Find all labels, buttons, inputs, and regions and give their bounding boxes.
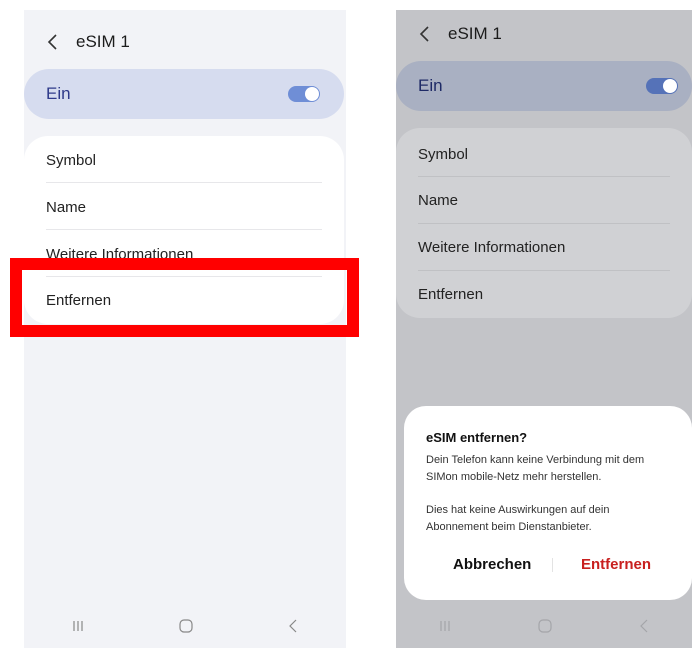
divider <box>46 182 322 183</box>
toggle-knob <box>305 87 319 101</box>
esim-enable-row[interactable]: Ein <box>24 69 344 119</box>
navigation-bar <box>396 604 692 648</box>
back-icon[interactable] <box>638 618 650 634</box>
navigation-bar <box>24 604 346 648</box>
dialog-body-line: SIMon mobile-Netz mehr herstellen. <box>426 471 602 483</box>
confirm-remove-button[interactable]: Entfernen <box>581 556 651 573</box>
dialog-body-line: Dies hat keine Auswirkungen auf dein <box>426 504 610 516</box>
divider <box>418 176 670 177</box>
page-title: eSIM 1 <box>448 24 502 43</box>
menu-item-weitere-informationen[interactable]: Weitere Informationen <box>418 239 565 256</box>
back-icon[interactable] <box>287 618 299 634</box>
back-arrow-icon[interactable] <box>418 24 432 44</box>
home-icon[interactable] <box>537 618 553 634</box>
esim-toggle-switch[interactable] <box>646 78 678 94</box>
toggle-label: Ein <box>418 76 443 95</box>
recent-apps-icon[interactable] <box>71 619 85 633</box>
esim-enable-row[interactable]: Ein <box>396 61 692 111</box>
menu-item-symbol[interactable]: Symbol <box>46 152 96 169</box>
cancel-button[interactable]: Abbrechen <box>453 556 531 573</box>
back-arrow-icon[interactable] <box>46 32 60 52</box>
remove-esim-dialog: eSIM entfernen? Dein Telefon kann keine … <box>404 406 692 600</box>
page-title: eSIM 1 <box>76 32 130 51</box>
menu-item-symbol[interactable]: Symbol <box>418 146 468 163</box>
toggle-knob <box>663 79 677 93</box>
menu-card: Symbol Name Weitere Informationen Entfer… <box>396 128 692 318</box>
menu-item-name[interactable]: Name <box>46 199 86 216</box>
menu-item-name[interactable]: Name <box>418 192 458 209</box>
recent-apps-icon[interactable] <box>438 619 452 633</box>
esim-remove-dialog-screen: eSIM 1 Ein Symbol Name Weitere Informati… <box>396 10 692 648</box>
dialog-body-line: Dein Telefon kann keine Verbindung mit d… <box>426 454 645 466</box>
header: eSIM 1 <box>46 32 130 52</box>
divider <box>418 223 670 224</box>
divider <box>418 270 670 271</box>
home-icon[interactable] <box>178 618 194 634</box>
highlight-frame <box>10 258 359 337</box>
dialog-title: eSIM entfernen? <box>426 430 528 445</box>
header: eSIM 1 <box>418 24 502 44</box>
esim-toggle-switch[interactable] <box>288 86 320 102</box>
button-separator <box>552 558 553 572</box>
menu-item-entfernen[interactable]: Entfernen <box>418 286 483 303</box>
toggle-label: Ein <box>46 84 71 103</box>
divider <box>46 229 322 230</box>
dialog-body-line: Abonnement beim Dienstanbieter. <box>426 521 592 533</box>
